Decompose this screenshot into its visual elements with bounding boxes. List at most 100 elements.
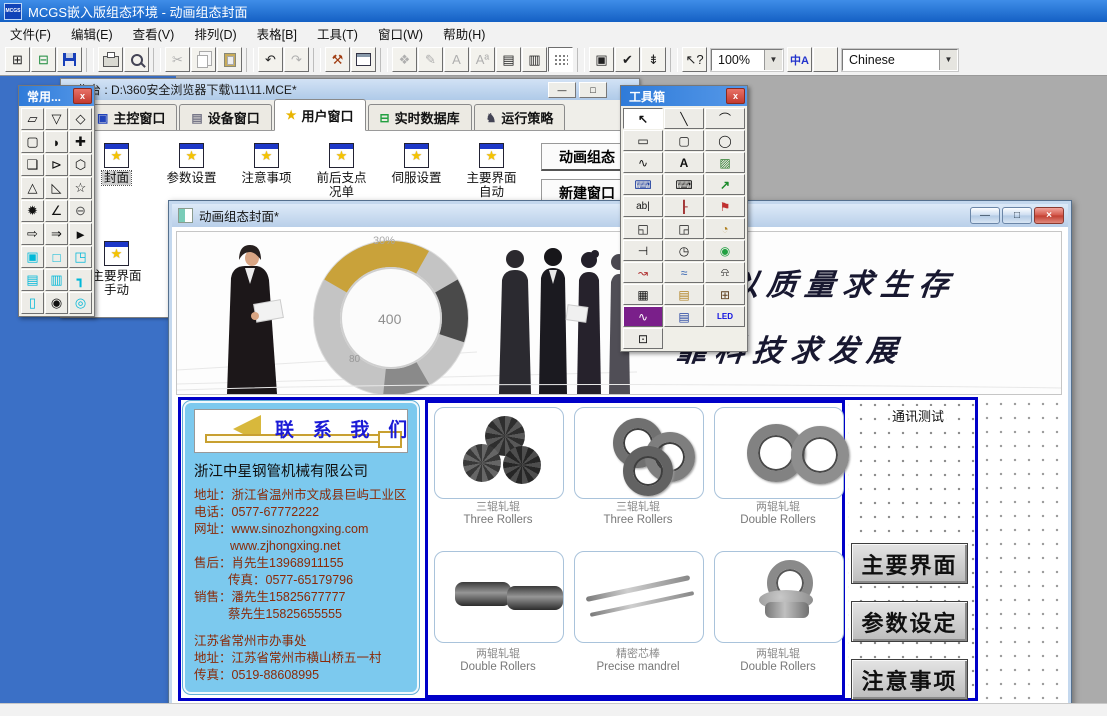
line-tool[interactable]: ╲ xyxy=(664,108,704,129)
contact-panel[interactable]: 联 系 我 们 浙江中星钢管机械有限公司 地址：浙江省温州市文成县巨屿工业区电话… xyxy=(183,401,419,694)
rect-tool[interactable]: ▭ xyxy=(623,130,663,151)
right-triangle-icon[interactable]: ◺ xyxy=(45,177,68,199)
common-palette-close-button[interactable]: x xyxy=(73,88,92,104)
storage-tool[interactable]: ⊞ xyxy=(705,284,745,305)
properties-button[interactable]: ▣ xyxy=(589,47,614,72)
roundrect-tool[interactable]: ▢ xyxy=(664,130,704,151)
bar-v-icon[interactable]: ▥ xyxy=(45,269,68,291)
copy-button[interactable] xyxy=(191,47,216,72)
zoom-select[interactable]: 100% ▼ xyxy=(711,49,783,71)
donut-icon[interactable]: ◎ xyxy=(69,292,92,314)
toolbox-palette-close-button[interactable]: x xyxy=(726,88,745,104)
xy-curve-tool[interactable]: ≈ xyxy=(664,262,704,283)
lamp-tool[interactable]: ◉ xyxy=(705,240,745,261)
meter-tool[interactable]: ◷ xyxy=(664,240,704,261)
window-transfer-tool[interactable]: ↗ xyxy=(705,174,745,195)
paste-button[interactable] xyxy=(217,47,242,72)
frame-b-icon[interactable]: □ xyxy=(45,246,68,268)
menu-item-1[interactable]: 编辑(E) xyxy=(61,24,123,43)
window-edit-button[interactable] xyxy=(351,47,376,72)
product-card-3[interactable] xyxy=(434,551,564,643)
star-icon[interactable]: ☆ xyxy=(69,177,92,199)
arrange-button[interactable]: ⇟ xyxy=(641,47,666,72)
strategy-tool[interactable]: ∿ xyxy=(623,306,663,327)
recipe-table-tool[interactable]: ▤ xyxy=(664,284,704,305)
knob-tool[interactable]: ◔ xyxy=(705,218,745,239)
window-item-servo-settings[interactable]: ★伺服设置 xyxy=(379,143,454,199)
tab-user-window[interactable]: ★用户窗口 xyxy=(274,99,366,131)
frame-c-icon[interactable]: ◳ xyxy=(69,246,92,268)
workbench-titlebar[interactable]: 工作台 : D:\360安全浏览器下载\11\11.MCE* — □ xyxy=(61,79,639,100)
arc-tool[interactable]: ⌒ xyxy=(705,108,745,129)
menu-item-0[interactable]: 文件(F) xyxy=(0,24,61,43)
tab-device-window[interactable]: ▤设备窗口 xyxy=(179,104,271,130)
redo-button[interactable]: ↷ xyxy=(284,47,309,72)
arrow-solid-icon[interactable]: ► xyxy=(69,223,92,245)
comm-test-label[interactable]: 通讯测试 xyxy=(890,406,946,425)
common-palette-titlebar[interactable]: 常用... x xyxy=(19,86,94,106)
menu-item-2[interactable]: 查看(V) xyxy=(123,24,185,43)
button-b-tool[interactable]: ◲ xyxy=(664,218,704,239)
draw-button[interactable]: ✎ xyxy=(418,47,443,72)
check-button[interactable]: ✔ xyxy=(615,47,640,72)
new-button[interactable]: ⊞ xyxy=(5,47,30,72)
input-tool[interactable]: ab| xyxy=(623,196,663,217)
tab-main-window[interactable]: ▣主控窗口 xyxy=(85,104,177,130)
burst-icon[interactable]: ✹ xyxy=(21,200,44,222)
frame-a-icon[interactable]: ▣ xyxy=(21,246,44,268)
document-restore-button[interactable]: □ xyxy=(1002,207,1032,224)
multiline-button[interactable]: ▤ xyxy=(496,47,521,72)
chinese-font-button[interactable]: 中A xyxy=(787,47,812,72)
panel2-tool[interactable]: ⌨ xyxy=(664,174,704,195)
button-a-tool[interactable]: ◱ xyxy=(623,218,663,239)
main-ui-button[interactable]: 主要界面 xyxy=(851,543,968,584)
menu-item-4[interactable]: 表格[B] xyxy=(247,24,307,43)
angle-pipe-icon[interactable]: ∠ xyxy=(45,200,68,222)
workbench-restore-button[interactable]: □ xyxy=(579,82,607,98)
pentagon-arrow-icon[interactable]: ⊳ xyxy=(45,154,68,176)
trapezoid-icon[interactable]: ▽ xyxy=(45,108,68,130)
roundrect-icon[interactable]: ▢ xyxy=(21,131,44,153)
alarm-window-tool[interactable]: ⊡ xyxy=(623,328,663,349)
corner-bar-icon[interactable]: ┓ xyxy=(69,269,92,291)
document-minimize-button[interactable]: — xyxy=(970,207,1000,224)
font-button[interactable]: A xyxy=(444,47,469,72)
free-table-tool[interactable]: ▤ xyxy=(664,306,704,327)
alarm-bell-tool[interactable]: ⍾ xyxy=(705,262,745,283)
diamond-icon[interactable]: ◇ xyxy=(69,108,92,130)
banner-slogan-1[interactable]: 以质量求生存 xyxy=(727,260,960,304)
param-set-button[interactable]: 参数设定 xyxy=(851,601,968,642)
spare-button[interactable] xyxy=(813,47,838,72)
context-help-button[interactable]: ↖? xyxy=(682,47,707,72)
banner-image[interactable]: 400 80 30% xyxy=(176,231,1062,395)
workbench-minimize-button[interactable]: — xyxy=(548,82,576,98)
tab-run-strategy[interactable]: ♞运行策略 xyxy=(474,104,566,130)
menu-item-6[interactable]: 窗口(W) xyxy=(368,24,433,43)
cube-icon[interactable]: ❑ xyxy=(21,154,44,176)
window-item-main-ui-auto[interactable]: ★主要界面自动 xyxy=(454,143,529,199)
notes-button[interactable]: 注意事项 xyxy=(851,659,968,700)
menu-item-5[interactable]: 工具(T) xyxy=(307,24,368,43)
parallelogram-icon[interactable]: ▱ xyxy=(21,108,44,130)
panel-tool[interactable]: ⌨ xyxy=(623,174,663,195)
menu-item-3[interactable]: 排列(D) xyxy=(184,24,246,43)
polyline-tool[interactable]: ∿ xyxy=(623,152,663,173)
toolbox-palette-titlebar[interactable]: 工具箱 x xyxy=(621,86,747,106)
products-panel[interactable]: 三辊轧辊Three Rollers三辊轧辊Three Rollers两辊轧辊Do… xyxy=(425,400,845,698)
cross-icon[interactable]: ✚ xyxy=(69,131,92,153)
language-select[interactable]: Chinese ▼ xyxy=(842,49,958,71)
capsule-v-icon[interactable]: ▯ xyxy=(21,292,44,314)
bitmap-tool[interactable]: ▨ xyxy=(705,152,745,173)
switch-tool[interactable]: ⊣ xyxy=(623,240,663,261)
arrow-double-icon[interactable]: ⇒ xyxy=(45,223,68,245)
product-card-4[interactable] xyxy=(574,551,704,643)
cut-button[interactable]: ✂ xyxy=(165,47,190,72)
print-button[interactable] xyxy=(98,47,123,72)
callout-icon[interactable]: ◗ xyxy=(45,131,68,153)
led-tool[interactable]: LED xyxy=(705,306,745,327)
product-card-0[interactable] xyxy=(434,407,564,499)
product-card-5[interactable] xyxy=(714,551,844,643)
tools-button[interactable]: ⚒ xyxy=(325,47,350,72)
flag-tool[interactable]: ⚑ xyxy=(705,196,745,217)
window-item-param-settings[interactable]: ★参数设置 xyxy=(154,143,229,199)
